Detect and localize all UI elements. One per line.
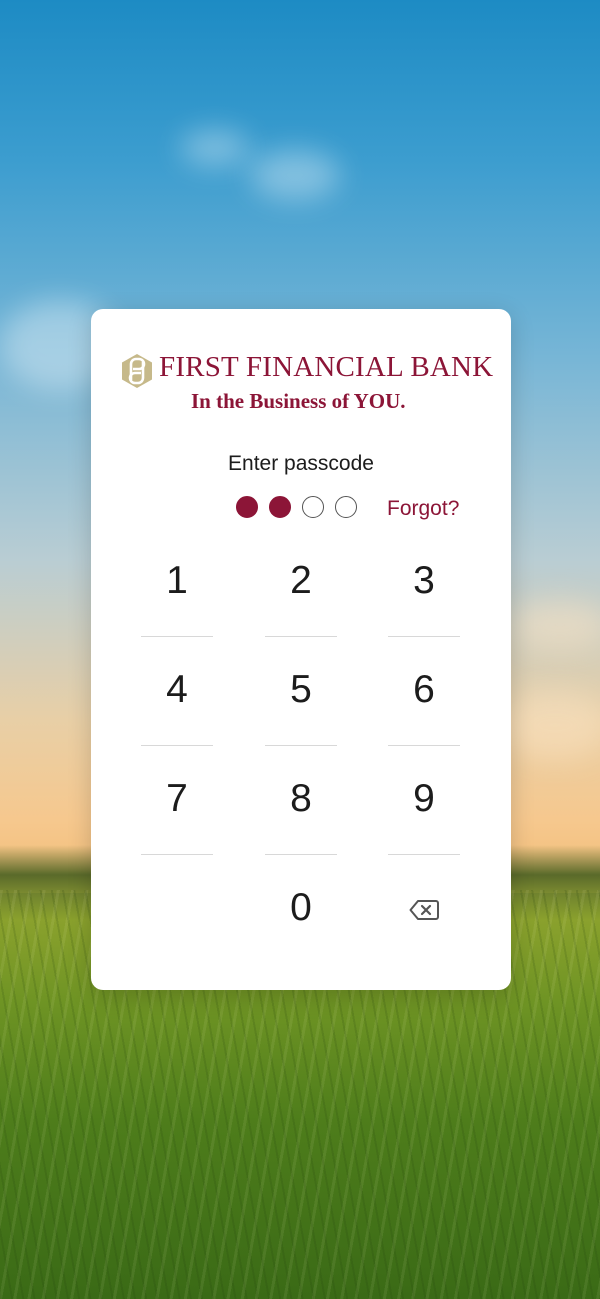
passcode-dot-empty — [335, 496, 357, 518]
key-divider — [388, 636, 460, 637]
keypad-key-8[interactable]: 8 — [265, 747, 337, 855]
key-divider — [388, 745, 460, 746]
passcode-card: FIRST FINANCIAL BANK In the Business of … — [91, 309, 511, 990]
passcode-dot-filled — [269, 496, 291, 518]
keypad-key-label: 0 — [290, 886, 312, 929]
bank-tagline: In the Business of YOU. — [191, 389, 406, 413]
backspace-icon — [409, 900, 439, 920]
keypad-key-6[interactable]: 6 — [388, 638, 460, 746]
cloud-decoration — [500, 690, 600, 760]
key-divider — [265, 745, 337, 746]
passcode-dot-filled — [236, 496, 258, 518]
key-divider — [141, 854, 213, 855]
backspace-button[interactable] — [388, 856, 460, 964]
key-divider — [141, 745, 213, 746]
keypad-key-label: 2 — [290, 559, 312, 602]
keypad-key-4[interactable]: 4 — [141, 638, 213, 746]
keypad-key-label: 8 — [290, 777, 312, 820]
keypad-key-label: 9 — [413, 777, 435, 820]
key-divider — [265, 636, 337, 637]
forgot-passcode-link[interactable]: Forgot? — [387, 497, 459, 521]
keypad-key-7[interactable]: 7 — [141, 747, 213, 855]
key-divider — [265, 854, 337, 855]
cloud-decoration — [180, 130, 250, 166]
lock-screen: FIRST FINANCIAL BANK In the Business of … — [0, 0, 600, 1299]
keypad-key-9[interactable]: 9 — [388, 747, 460, 855]
keypad-key-5[interactable]: 5 — [265, 638, 337, 746]
keypad-key-label: 3 — [413, 559, 435, 602]
passcode-prompt: Enter passcode — [228, 452, 374, 475]
bank-logo-mark-icon — [122, 354, 152, 388]
keypad-key-2[interactable]: 2 — [265, 529, 337, 637]
cloud-decoration — [250, 150, 340, 200]
bank-name: FIRST FINANCIAL BANK — [159, 351, 494, 383]
keypad-key-label: 5 — [290, 668, 312, 711]
keypad-key-label: 1 — [166, 559, 188, 602]
keypad-key-0[interactable]: 0 — [265, 856, 337, 964]
passcode-dot-empty — [302, 496, 324, 518]
keypad-key-1[interactable]: 1 — [141, 529, 213, 637]
key-divider — [388, 854, 460, 855]
bank-logo: FIRST FINANCIAL BANK In the Business of … — [119, 351, 493, 421]
keypad-key-label: 6 — [413, 668, 435, 711]
keypad-key-label: 7 — [166, 777, 188, 820]
keypad-key-3[interactable]: 3 — [388, 529, 460, 637]
keypad-key-label: 4 — [166, 668, 188, 711]
cloud-decoration — [510, 600, 600, 650]
passcode-indicator — [236, 496, 357, 520]
key-divider — [141, 636, 213, 637]
